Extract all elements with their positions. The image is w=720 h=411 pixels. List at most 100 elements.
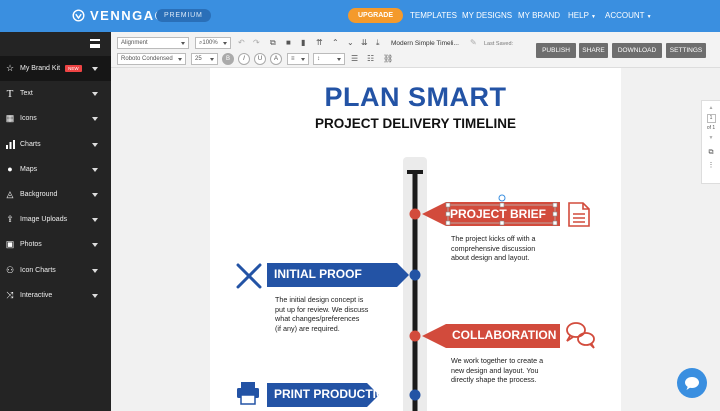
grid-icon: ▦ [5, 113, 15, 124]
sidebar-item-label: Photos [20, 241, 42, 249]
document-title[interactable]: Modern Simple Timeli... [391, 39, 459, 49]
download-icon[interactable]: ⤓ [376, 38, 380, 48]
sidebar-item-charts[interactable]: Charts [0, 132, 111, 157]
description-line: We work together to create a [451, 356, 544, 365]
nav-account[interactable]: ACCOUNT ▼ [605, 11, 652, 20]
delete-icon[interactable]: ▮ [301, 38, 305, 48]
chevron-down-icon [92, 92, 98, 97]
step-heading-project-brief[interactable]: PROJECT BRIEF [450, 207, 546, 222]
top-navigation: VENNGAGE PREMIUM UPGRADE TEMPLATES MY DE… [0, 0, 720, 32]
redo-icon[interactable]: ↷ [253, 38, 260, 48]
font-family-select[interactable]: Roboto Condensed [117, 53, 186, 65]
chat-icon [685, 377, 699, 390]
sidebar-item-label: Charts [20, 140, 41, 148]
design-canvas[interactable]: PLAN SMART PROJECT DELIVERY TIMELINE PRO… [210, 68, 621, 411]
sidebar-item-icons[interactable]: ▦ Icons [0, 106, 111, 131]
bullet-list-icon[interactable]: ☷ [367, 54, 374, 64]
link-icon[interactable]: ⛓ [383, 54, 393, 64]
chevron-up-icon[interactable]: ▲ [702, 105, 720, 111]
spacing-select[interactable]: ↕ [313, 53, 345, 65]
upgrade-button[interactable]: UPGRADE [348, 8, 404, 23]
italic-button[interactable]: I [238, 53, 250, 65]
page-total: of 1 [706, 125, 716, 131]
settings-button[interactable]: SETTINGS [666, 43, 706, 58]
chevron-down-icon [92, 268, 98, 273]
sidebar-item-label: My Brand Kit [20, 65, 61, 73]
sidebar-item-label: Icon Charts [20, 266, 56, 274]
description-line: directly shape the process. [451, 375, 537, 384]
description-line: put up for review. We discuss [275, 304, 369, 314]
chevron-down-icon [92, 192, 98, 197]
publish-button[interactable]: PUBLISH [536, 43, 576, 58]
globe-icon: ● [7, 164, 13, 175]
description-line: The initial design concept is [275, 295, 364, 304]
sidebar-item-interactive[interactable]: ⤨ Interactive [0, 283, 111, 308]
sidebar-item-label: Icons [20, 115, 37, 123]
step-heading-initial-proof[interactable]: INITIAL PROOF [274, 267, 362, 282]
nav-templates[interactable]: TEMPLATES [410, 11, 457, 20]
zoom-value: 100% [202, 40, 218, 46]
ordered-list-icon[interactable]: ☰ [351, 54, 358, 64]
chevron-down-icon [92, 67, 98, 71]
description-line: what changes/preferences [275, 314, 360, 323]
chevron-down-icon[interactable]: ▼ [702, 135, 720, 141]
step-description-project-brief[interactable]: The project kicks off with a comprehensi… [451, 234, 536, 263]
copy-icon[interactable]: ⧉ [270, 38, 276, 48]
description-line: about design and layout. [451, 253, 530, 262]
new-badge: NEW [65, 65, 82, 73]
sidebar-item-maps[interactable]: ● Maps [0, 157, 111, 182]
chevron-down-icon: ▼ [646, 14, 652, 20]
undo-icon[interactable]: ↶ [238, 38, 245, 48]
sidebar-item-icon-charts[interactable]: ⚇ Icon Charts [0, 258, 111, 283]
step-heading-print-production[interactable]: PRINT PRODUCTION [274, 387, 394, 402]
step-heading-collaboration[interactable]: COLLABORATION [452, 328, 556, 343]
more-options-icon[interactable]: ⋮ [702, 161, 720, 169]
sidebar-item-text[interactable]: T Text [0, 81, 111, 106]
photo-icon: ▣ [5, 239, 15, 250]
sidebar-item-background[interactable]: ◬ Background [0, 182, 111, 207]
hamburger-menu-icon[interactable] [90, 39, 100, 48]
sidebar-item-photos[interactable]: ▣ Photos [0, 232, 111, 257]
chevron-down-icon [92, 293, 98, 298]
font-size-select[interactable]: 25 [191, 53, 218, 65]
edit-title-icon[interactable]: ✎ [470, 38, 477, 48]
chevron-down-icon [92, 117, 98, 122]
lock-icon[interactable]: ■ [286, 38, 291, 48]
sidebar-item-label: Text [20, 90, 33, 98]
sidebar-item-label: Maps [20, 165, 38, 173]
bring-forward-icon[interactable]: ⌃ [332, 38, 339, 48]
sidebar-item-label: Image Uploads [20, 216, 68, 224]
zoom-select[interactable]: ⌕100% [195, 37, 231, 49]
bring-to-front-icon[interactable]: ⇈ [316, 38, 323, 48]
line-spacing-icon: ↕ [317, 56, 320, 62]
duplicate-page-icon[interactable]: ⧉ [702, 149, 720, 157]
nav-my-brand[interactable]: MY BRAND [518, 11, 560, 20]
underline-button[interactable]: U [254, 53, 266, 65]
save-status: Last Saved: [484, 41, 514, 47]
nav-my-designs[interactable]: MY DESIGNS [462, 11, 512, 20]
text-color-button[interactable]: A [270, 53, 282, 65]
sidebar-item-image-uploads[interactable]: ⇪ Image Uploads [0, 207, 111, 232]
chevron-down-icon [92, 167, 98, 172]
bold-button[interactable]: B [222, 53, 234, 65]
description-line: The project kicks off with a [451, 234, 536, 243]
step-description-initial-proof[interactable]: The initial design concept is put up for… [275, 295, 368, 333]
timeline-dot [409, 330, 421, 342]
rotate-handle-icon[interactable] [498, 194, 506, 202]
chat-launcher-button[interactable] [677, 368, 707, 398]
sidebar-item-label: Interactive [20, 291, 53, 299]
step-description-collaboration[interactable]: We work together to create a new design … [451, 356, 543, 385]
chevron-down-icon [92, 243, 98, 248]
send-backward-icon[interactable]: ⌄ [347, 38, 354, 48]
alignment-select[interactable]: Alignment [117, 37, 189, 49]
sidebar-item-my-brand-kit[interactable]: ☆ My Brand Kit NEW [0, 56, 111, 82]
nav-account-label: ACCOUNT [605, 11, 645, 20]
page-number-input[interactable]: 1 [706, 114, 716, 123]
nav-help[interactable]: HELP ▼ [568, 11, 596, 20]
share-button[interactable]: SHARE [579, 43, 608, 58]
send-to-back-icon[interactable]: ⇊ [361, 38, 368, 48]
text-align-select[interactable]: ≡ [287, 53, 309, 65]
description-line: (if any) are required. [275, 323, 340, 333]
download-button[interactable]: DOWNLOAD [612, 43, 662, 58]
nav-help-label: HELP [568, 11, 589, 20]
